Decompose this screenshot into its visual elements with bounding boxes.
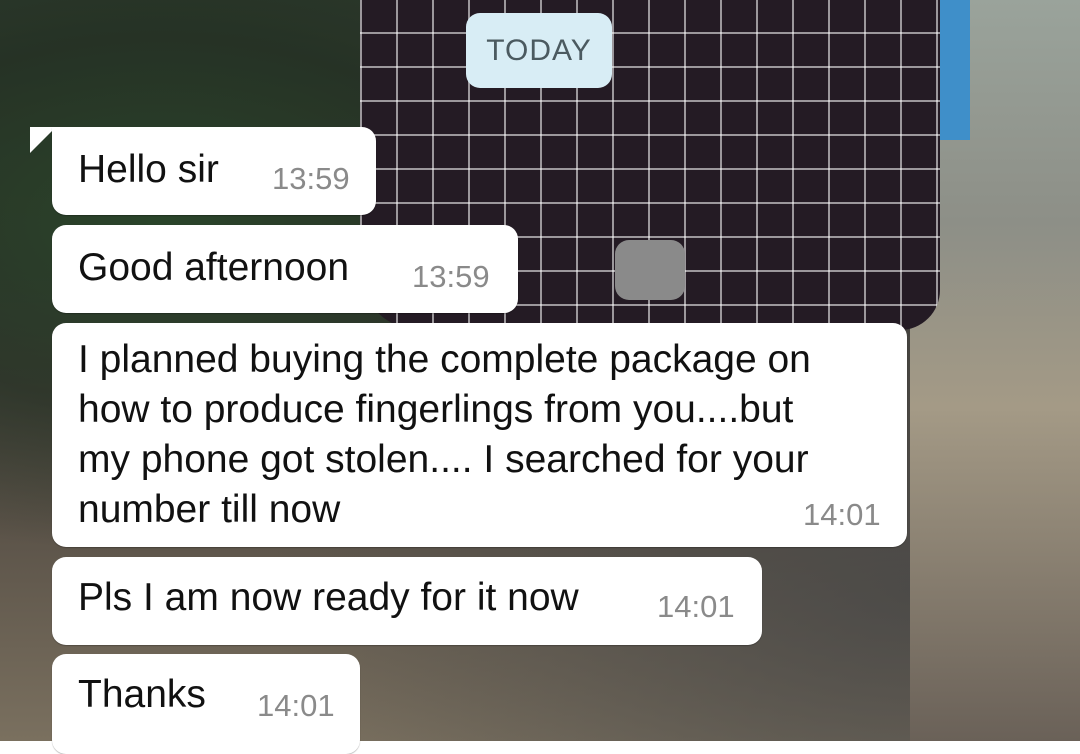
message-bubble[interactable]: Pls I am now ready for it now 14:01 [52,557,762,645]
message-timestamp: 14:01 [657,589,735,624]
message-timestamp: 14:01 [803,497,881,532]
message-bubble[interactable]: Hello sir 13:59 [52,127,376,215]
message-text: I planned buying the complete package on… [78,338,811,531]
message-text: Good afternoon [78,246,350,289]
message-timestamp: 13:59 [412,259,490,294]
message-text: Thanks [78,673,206,716]
message-bubble[interactable]: Thanks 14:01 [52,654,360,754]
message-text: Pls I am now ready for it now [78,576,579,619]
message-timestamp: 13:59 [272,161,350,196]
message-bubble[interactable]: I planned buying the complete package on… [52,323,907,547]
message-timestamp: 14:01 [257,688,335,723]
message-text: Hello sir [78,148,219,191]
message-bubble[interactable]: Good afternoon 13:59 [52,225,518,313]
chat-thread[interactable]: TODAY Hello sir 13:59 Good afternoon 13:… [0,0,1080,754]
date-divider: TODAY [466,13,612,88]
